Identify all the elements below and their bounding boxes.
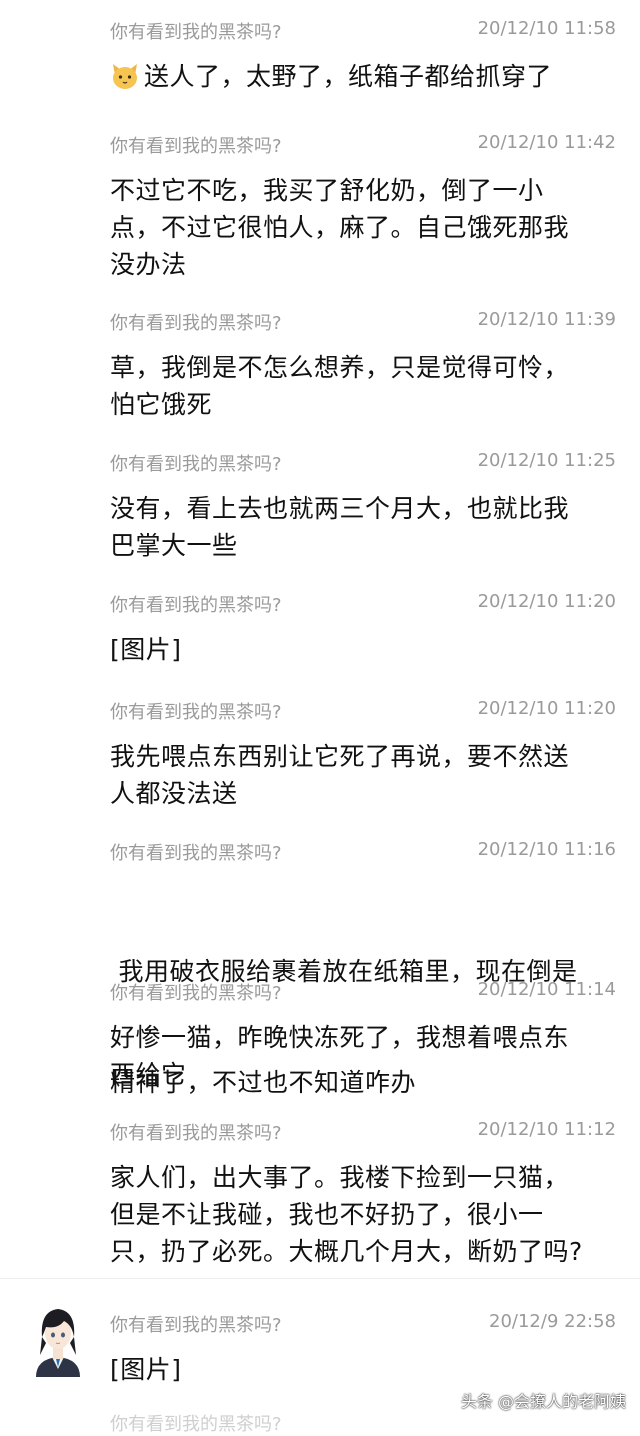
- message-line: 巴掌大一些: [110, 531, 238, 560]
- message-timestamp: 20/12/10 11:20: [477, 698, 616, 719]
- message-timestamp: 20/12/10 11:14: [477, 979, 616, 1000]
- message-group-divider: [0, 1278, 640, 1279]
- image-placeholder[interactable]: [图片]: [110, 631, 610, 668]
- sender-name: 你有看到我的黑茶吗?: [110, 1315, 282, 1336]
- message-text: [图片]: [110, 1351, 610, 1388]
- message-line: 家人们，出大事了。我楼下捡到一只猫，: [110, 1163, 570, 1192]
- sender-name: 你有看到我的黑茶吗?: [110, 843, 282, 864]
- sender-name: 你有看到我的黑茶吗?: [110, 136, 282, 157]
- message-line: 但是不让我碰，我也不好扔了，很小一: [110, 1200, 544, 1229]
- message-line: 送人了，太野了，纸箱子都给抓穿了: [144, 62, 553, 91]
- sender-name: 你有看到我的黑茶吗?: [110, 454, 282, 475]
- message-line: 没办法: [110, 250, 187, 279]
- message-line: 怕它饿死: [110, 390, 213, 419]
- message-line: 好惨一猫，昨晚快冻死了，我想着喂点东: [110, 1023, 570, 1052]
- message-text: 好惨一猫，昨晚快冻死了，我想着喂点东 西给它: [110, 1019, 610, 1093]
- message-line: 西给它: [110, 1060, 187, 1089]
- message-line: 点，不过它很怕人，麻了。自己饿死那我: [110, 213, 570, 242]
- sender-name: 你有看到我的黑茶吗?: [110, 983, 282, 1004]
- sender-name: 你有看到我的黑茶吗?: [110, 595, 282, 616]
- message-line: 没有，看上去也就两三个月大，也就比我: [110, 494, 570, 523]
- image-placeholder[interactable]: [图片]: [110, 1351, 610, 1388]
- message-timestamp: 20/12/10 11:16: [477, 839, 616, 860]
- sender-name: 你有看到我的黑茶吗?: [110, 1414, 282, 1435]
- message-line: 人都没法送: [110, 779, 238, 808]
- message-text: 我先喂点东西别让它死了再说，要不然送 人都没法送: [110, 738, 610, 812]
- message-text: [图片]: [110, 631, 610, 668]
- sender-name: 你有看到我的黑茶吗?: [110, 702, 282, 723]
- message-text: 没有，看上去也就两三个月大，也就比我 巴掌大一些: [110, 490, 610, 564]
- message-timestamp: 20/12/10 11:42: [477, 132, 616, 153]
- watermark: 头条 @会撩人的老阿姨: [460, 1392, 626, 1411]
- sender-name: 你有看到我的黑茶吗?: [110, 22, 282, 43]
- message-line: 草，我倒是不怎么想养，只是觉得可怜，: [110, 353, 570, 382]
- message-timestamp: 20/12/10 11:25: [477, 450, 616, 471]
- message-line: 我先喂点东西别让它死了再说，要不然送: [110, 742, 570, 771]
- message-timestamp: 20/12/10 11:58: [477, 18, 616, 39]
- message-line: 只，扔了必死。大概几个月大，断奶了吗?: [110, 1237, 583, 1266]
- message-line: 不过它不吃，我买了舒化奶，倒了一小: [110, 176, 544, 205]
- message-text: 家人们，出大事了。我楼下捡到一只猫， 但是不让我碰，我也不好扔了，很小一 只，扔…: [110, 1159, 610, 1270]
- message-text: 不过它不吃，我买了舒化奶，倒了一小 点，不过它很怕人，麻了。自己饿死那我 没办法: [110, 172, 610, 283]
- cat-face-icon: [110, 61, 140, 101]
- message-timestamp: 20/12/10 11:39: [477, 309, 616, 330]
- message-text: 草，我倒是不怎么想养，只是觉得可怜， 怕它饿死: [110, 349, 610, 423]
- message-text: 送人了，太野了，纸箱子都给抓穿了: [110, 58, 610, 101]
- message-timestamp: 20/12/10 11:12: [477, 1119, 616, 1140]
- sender-name: 你有看到我的黑茶吗?: [110, 1123, 282, 1144]
- message-timestamp: 20/12/9 22:58: [489, 1311, 616, 1332]
- sender-name: 你有看到我的黑茶吗?: [110, 313, 282, 334]
- message-timestamp: 20/12/10 11:20: [477, 591, 616, 612]
